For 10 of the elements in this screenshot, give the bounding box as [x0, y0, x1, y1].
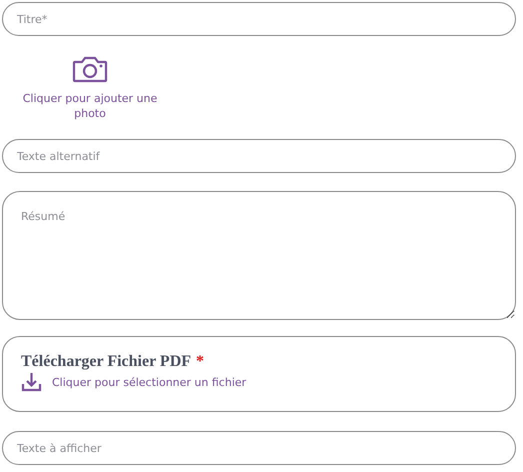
- required-mark: *: [196, 353, 204, 371]
- add-photo-link[interactable]: Cliquer pour ajouter une photo: [15, 91, 165, 121]
- alt-text-field[interactable]: Texte alternatif: [2, 139, 516, 173]
- camera-icon[interactable]: [72, 56, 108, 83]
- display-text-field[interactable]: Texte à afficher: [2, 431, 516, 465]
- select-file-link[interactable]: Cliquer pour sélectionner un fichier: [52, 376, 246, 388]
- summary-field[interactable]: Résumé: [2, 191, 516, 320]
- pdf-upload-title: Télécharger Fichier PDF: [21, 353, 192, 371]
- title-field[interactable]: Titre*: [2, 2, 516, 36]
- download-icon[interactable]: [21, 372, 42, 392]
